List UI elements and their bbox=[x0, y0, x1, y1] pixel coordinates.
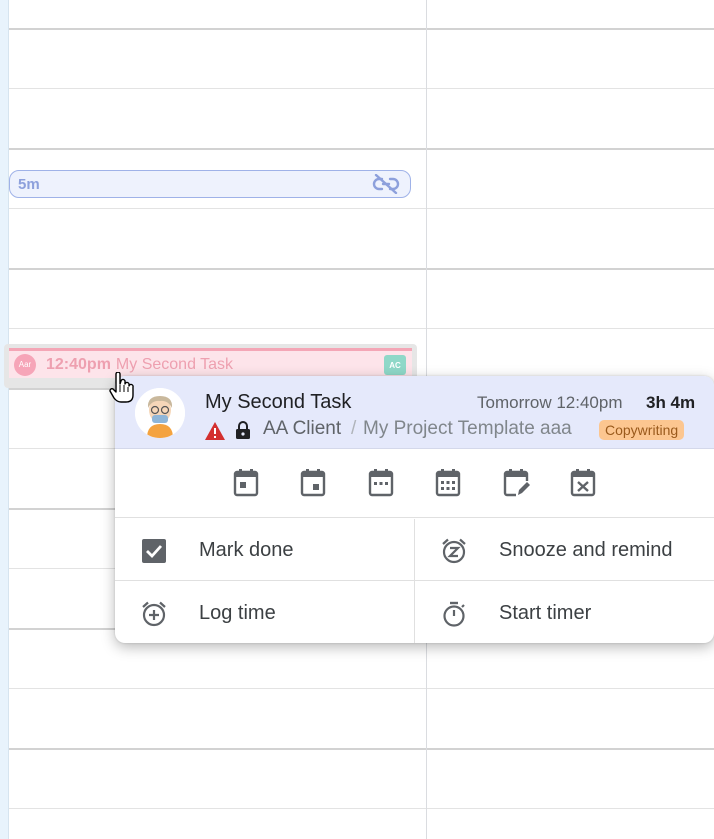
client-name[interactable]: AA Client bbox=[263, 418, 341, 440]
calendar-remove-icon[interactable] bbox=[569, 468, 597, 498]
task-event-time: 12:40pm bbox=[46, 355, 111, 373]
start-timer-button[interactable]: Start timer bbox=[415, 582, 714, 643]
grid-line bbox=[9, 688, 714, 689]
popup-header[interactable]: My Second Task Tomorrow 12:40pm 3h 4m AA… bbox=[115, 376, 714, 449]
snooze-alarm-icon bbox=[442, 538, 466, 564]
calendar-tomorrow-icon[interactable] bbox=[299, 468, 327, 498]
popup-duration: 3h 4m bbox=[646, 393, 696, 412]
snooze-label: Snooze and remind bbox=[499, 538, 673, 561]
task-event-title: My Second Task bbox=[115, 355, 234, 373]
warning-icon bbox=[205, 422, 225, 440]
tag-badge[interactable]: Copywriting bbox=[599, 420, 685, 440]
stopwatch-icon bbox=[443, 601, 465, 627]
event-duration: 5m bbox=[18, 175, 40, 193]
lock-icon bbox=[236, 421, 250, 439]
grid-line bbox=[9, 328, 714, 329]
log-time-button[interactable]: Log time bbox=[115, 582, 414, 643]
grid-line bbox=[9, 208, 714, 209]
grid-line bbox=[9, 148, 714, 150]
grid-line bbox=[9, 268, 714, 270]
mark-done-label: Mark done bbox=[199, 538, 294, 561]
calendar-edit-icon[interactable] bbox=[502, 468, 530, 498]
popup-scheduled-time: Tomorrow 12:40pm bbox=[477, 393, 623, 412]
short-event-chip[interactable]: 5m bbox=[9, 170, 411, 198]
link-off-icon[interactable] bbox=[372, 174, 400, 194]
mark-done-button[interactable]: Mark done bbox=[115, 519, 414, 581]
assignee-avatar: Aar bbox=[14, 353, 36, 376]
time-gutter bbox=[0, 0, 9, 839]
snooze-button[interactable]: Snooze and remind bbox=[415, 519, 714, 581]
client-badge: AC bbox=[384, 355, 406, 375]
user-avatar bbox=[135, 388, 185, 438]
checkbox-checked-icon bbox=[142, 539, 166, 563]
grid-line bbox=[9, 808, 714, 809]
actions-row: Log time Start timer bbox=[115, 582, 714, 643]
alarm-add-icon bbox=[142, 601, 166, 627]
task-quick-actions-popup: My Second Task Tomorrow 12:40pm 3h 4m AA… bbox=[115, 376, 714, 643]
grid-line bbox=[9, 28, 714, 30]
schedule-shortcuts bbox=[115, 450, 714, 518]
calendar-week-icon[interactable] bbox=[367, 468, 395, 498]
grid-line bbox=[9, 748, 714, 750]
popup-task-title: My Second Task bbox=[205, 391, 352, 413]
breadcrumb-separator: / bbox=[351, 418, 357, 439]
calendar-month-icon[interactable] bbox=[434, 468, 462, 498]
hand-cursor-icon bbox=[109, 372, 134, 403]
start-timer-label: Start timer bbox=[499, 601, 592, 624]
calendar-today-icon[interactable] bbox=[232, 468, 260, 498]
actions-row: Mark done Snooze and remind bbox=[115, 519, 714, 581]
task-event-body[interactable]: Aar 12:40pm My Second Task AC bbox=[9, 348, 412, 378]
project-name[interactable]: My Project Template aaa bbox=[363, 418, 572, 440]
log-time-label: Log time bbox=[199, 601, 276, 624]
grid-line bbox=[9, 88, 714, 89]
